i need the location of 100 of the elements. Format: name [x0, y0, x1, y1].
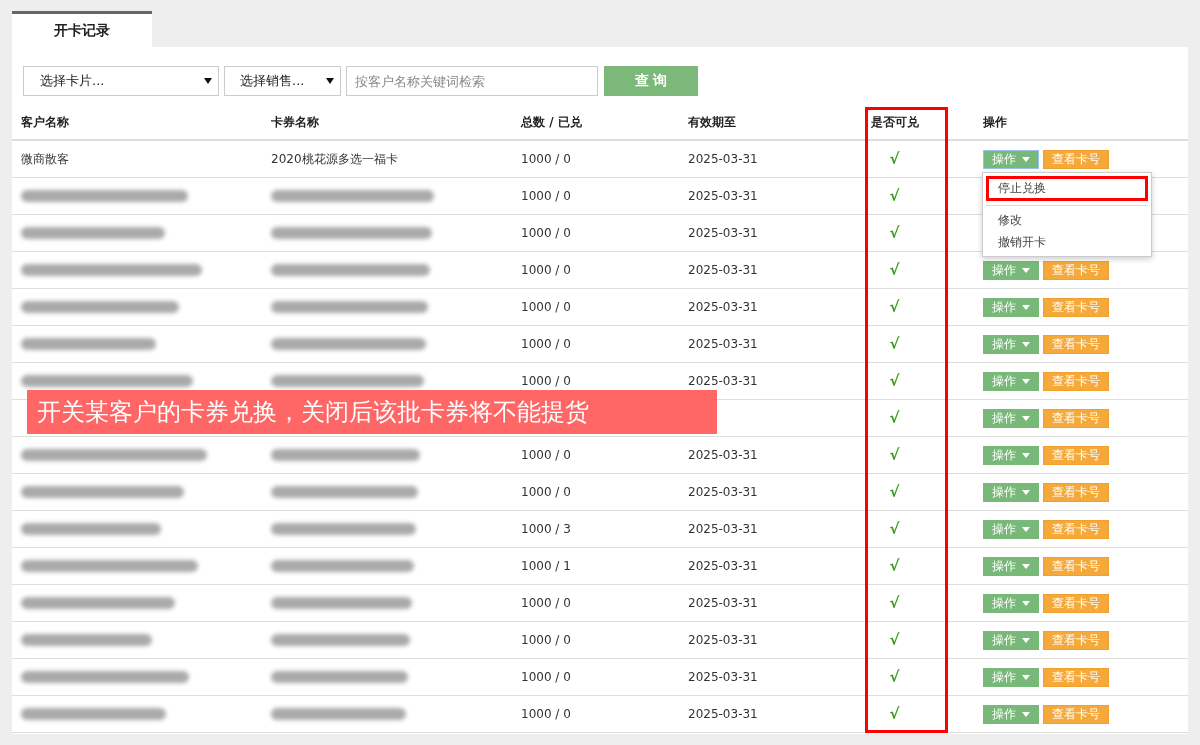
- table-cell: 2025-03-31: [688, 189, 758, 203]
- checkmark: √: [889, 187, 900, 205]
- view-card-numbers-button[interactable]: 查看卡号: [1043, 334, 1109, 354]
- table-cell: 1000 / 0: [521, 596, 571, 610]
- action-dropdown-button[interactable]: 操作: [983, 445, 1039, 465]
- view-card-numbers-button[interactable]: 查看卡号: [1043, 297, 1109, 317]
- checkmark: √: [889, 483, 900, 501]
- table-cell: 2020桃花源多选一福卡: [271, 150, 398, 168]
- action-dropdown-button[interactable]: 操作: [983, 630, 1039, 650]
- action-dropdown-button[interactable]: 操作: [983, 408, 1039, 428]
- column-header: 卡券名称: [271, 113, 319, 131]
- view-card-numbers-button[interactable]: 查看卡号: [1043, 371, 1109, 391]
- table-cell: 2025-03-31: [688, 559, 758, 573]
- caret-icon: [1022, 378, 1030, 384]
- table-cell: 1000 / 3: [521, 522, 571, 536]
- view-card-numbers-button[interactable]: 查看卡号: [1043, 482, 1109, 502]
- view-card-numbers-button[interactable]: 查看卡号: [1043, 149, 1109, 169]
- table-cell: 1000 / 0: [521, 226, 571, 240]
- table-cell: 2025-03-31: [688, 448, 758, 462]
- query-button[interactable]: 查 询: [604, 66, 698, 96]
- action-dropdown-button[interactable]: 操作: [983, 371, 1039, 391]
- table-cell: 1000 / 0: [521, 670, 571, 684]
- view-card-numbers-button[interactable]: 查看卡号: [1043, 593, 1109, 613]
- caret-icon: [1022, 600, 1030, 606]
- action-dropdown-button[interactable]: 操作: [983, 704, 1039, 724]
- table-cell: 微商散客: [21, 150, 69, 168]
- table-cell: 1000 / 0: [521, 337, 571, 351]
- table-cell: 1000 / 0: [521, 374, 571, 388]
- checkmark: √: [889, 409, 900, 427]
- table-cell: 1000 / 1: [521, 559, 571, 573]
- table-cell: 1000 / 0: [521, 152, 571, 166]
- menu-item[interactable]: 停止兑换: [986, 176, 1148, 201]
- checkmark: √: [889, 298, 900, 316]
- view-card-numbers-button[interactable]: 查看卡号: [1043, 667, 1109, 687]
- caret-icon: [1022, 526, 1030, 532]
- caret-icon: [204, 78, 212, 84]
- caret-icon: [1022, 415, 1030, 421]
- menu-item[interactable]: 撤销开卡: [986, 231, 1148, 253]
- checkmark: √: [889, 150, 900, 168]
- action-dropdown-button[interactable]: 操作: [983, 260, 1039, 280]
- view-card-numbers-button[interactable]: 查看卡号: [1043, 704, 1109, 724]
- checkmark: √: [889, 224, 900, 242]
- annotation-banner: 开关某客户的卡券兑换，关闭后该批卡券将不能提货: [27, 390, 717, 434]
- view-card-numbers-button[interactable]: 查看卡号: [1043, 408, 1109, 428]
- checkmark: √: [889, 446, 900, 464]
- table-cell: 1000 / 0: [521, 263, 571, 277]
- table-cell: 2025-03-31: [688, 337, 758, 351]
- tab[interactable]: 开卡记录: [12, 11, 152, 47]
- seller-select[interactable]: 选择销售...: [224, 66, 341, 96]
- table-cell: 2025-03-31: [688, 152, 758, 166]
- checkmark: √: [889, 557, 900, 575]
- table-cell: 1000 / 0: [521, 448, 571, 462]
- table-cell: 2025-03-31: [688, 374, 758, 388]
- checkmark: √: [889, 705, 900, 723]
- table-cell: 2025-03-31: [688, 263, 758, 277]
- table-cell: 1000 / 0: [521, 633, 571, 647]
- caret-icon: [1022, 267, 1030, 273]
- action-dropdown-button[interactable]: 操作: [983, 593, 1039, 613]
- table-cell: 2025-03-31: [688, 633, 758, 647]
- view-card-numbers-button[interactable]: 查看卡号: [1043, 630, 1109, 650]
- view-card-numbers-button[interactable]: 查看卡号: [1043, 556, 1109, 576]
- action-dropdown-button[interactable]: 操作: [983, 334, 1039, 354]
- action-dropdown-button[interactable]: 操作: [983, 667, 1039, 687]
- checkmark: √: [889, 372, 900, 390]
- column-header: 是否可兑: [870, 113, 919, 131]
- table-cell: 2025-03-31: [688, 596, 758, 610]
- caret-icon: [1022, 156, 1030, 162]
- checkmark: √: [889, 668, 900, 686]
- caret-icon: [1022, 563, 1030, 569]
- table-cell: 2025-03-31: [688, 485, 758, 499]
- checkmark: √: [889, 261, 900, 279]
- action-dropdown-button[interactable]: 操作: [983, 297, 1039, 317]
- menu-item[interactable]: 修改: [986, 209, 1148, 231]
- checkmark: √: [889, 335, 900, 353]
- view-card-numbers-button[interactable]: 查看卡号: [1043, 519, 1109, 539]
- table-cell: 2025-03-31: [688, 300, 758, 314]
- action-dropdown-button[interactable]: 操作: [983, 482, 1039, 502]
- table-cell: 1000 / 0: [521, 300, 571, 314]
- action-dropdown-button[interactable]: 操作: [983, 556, 1039, 576]
- table-cell: 1000 / 0: [521, 485, 571, 499]
- search-field[interactable]: 按客户名称关键词检索: [346, 66, 598, 96]
- checkmark: √: [889, 594, 900, 612]
- column-header: 总数 / 已兑: [521, 113, 582, 131]
- table-cell: 2025-03-31: [688, 707, 758, 721]
- checkmark: √: [889, 520, 900, 538]
- view-card-numbers-button[interactable]: 查看卡号: [1043, 445, 1109, 465]
- caret-icon: [1022, 304, 1030, 310]
- table-cell: 2025-03-31: [688, 522, 758, 536]
- column-header: 客户名称: [21, 113, 69, 131]
- action-dropdown-button[interactable]: 操作: [983, 149, 1039, 169]
- action-dropdown-button[interactable]: 操作: [983, 519, 1039, 539]
- table-cell: 2025-03-31: [688, 670, 758, 684]
- view-card-numbers-button[interactable]: 查看卡号: [1043, 260, 1109, 280]
- table-cell: 1000 / 0: [521, 189, 571, 203]
- column-header: 操作: [983, 113, 1007, 131]
- caret-icon: [326, 78, 334, 84]
- caret-icon: [1022, 452, 1030, 458]
- card-select[interactable]: 选择卡片...: [23, 66, 219, 96]
- table-cell: 1000 / 0: [521, 707, 571, 721]
- checkmark: √: [889, 631, 900, 649]
